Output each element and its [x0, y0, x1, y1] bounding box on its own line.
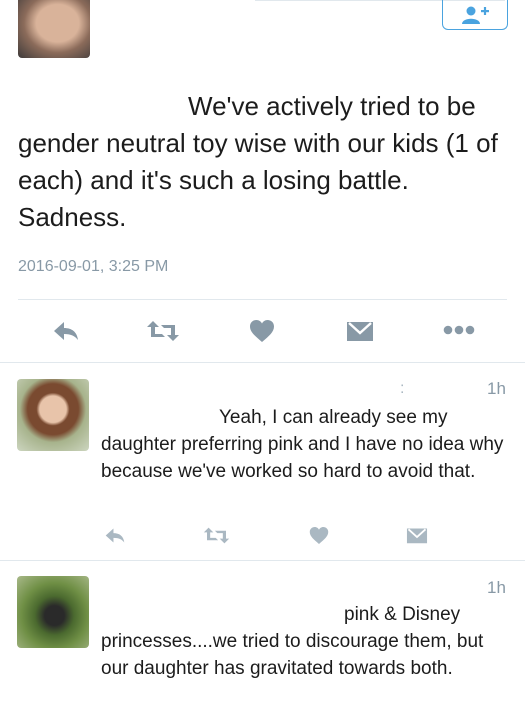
- retweet-icon: [203, 527, 229, 543]
- envelope-icon: [347, 322, 373, 341]
- reply-time: 1h: [487, 379, 506, 398]
- reply-time: 1h: [487, 578, 506, 597]
- dm-button[interactable]: [345, 318, 375, 344]
- reply-avatar[interactable]: [17, 379, 89, 451]
- tweet-text-rest: gender neutral toy wise with our kids (1…: [18, 128, 498, 232]
- retweet-icon: [147, 321, 179, 341]
- retweet-button[interactable]: [201, 525, 231, 545]
- divider: [18, 299, 507, 300]
- reply-avatar[interactable]: [17, 576, 89, 648]
- reply-text: pink & Disney princesses....we tried to …: [101, 601, 511, 682]
- reply-button[interactable]: [50, 318, 82, 344]
- like-button[interactable]: [247, 317, 277, 345]
- reply-marker: :: [400, 380, 405, 397]
- tweet-text-line1: We've actively tried to be: [188, 91, 476, 121]
- more-button[interactable]: [442, 320, 476, 340]
- reply-icon: [54, 322, 78, 340]
- reply-icon: [105, 528, 125, 542]
- tweet-timestamp: 2016-09-01, 3:25 PM: [18, 258, 169, 275]
- reply-text-line1: Yeah, I can already see my: [219, 407, 448, 428]
- follow-button[interactable]: [442, 0, 508, 30]
- author-avatar[interactable]: [18, 0, 90, 58]
- heart-icon: [309, 526, 329, 544]
- like-button[interactable]: [307, 524, 331, 546]
- add-user-icon: [462, 6, 489, 24]
- reply-button[interactable]: [102, 525, 128, 545]
- envelope-icon: [406, 528, 428, 543]
- dm-button[interactable]: [405, 525, 429, 545]
- reply-text-rest: princesses....we tried to discourage the…: [101, 631, 484, 679]
- reply-text: Yeah, I can already see my daughter pref…: [101, 404, 511, 485]
- reply-text-line1: pink & Disney: [344, 604, 461, 625]
- divider: [0, 362, 525, 363]
- reply-text-rest: daughter preferring pink and I have no i…: [101, 434, 504, 482]
- divider: [0, 560, 525, 561]
- heart-icon: [250, 320, 274, 342]
- retweet-button[interactable]: [145, 318, 181, 344]
- more-icon: [443, 325, 475, 335]
- tweet-text: We've actively tried to be gender neutra…: [18, 88, 508, 236]
